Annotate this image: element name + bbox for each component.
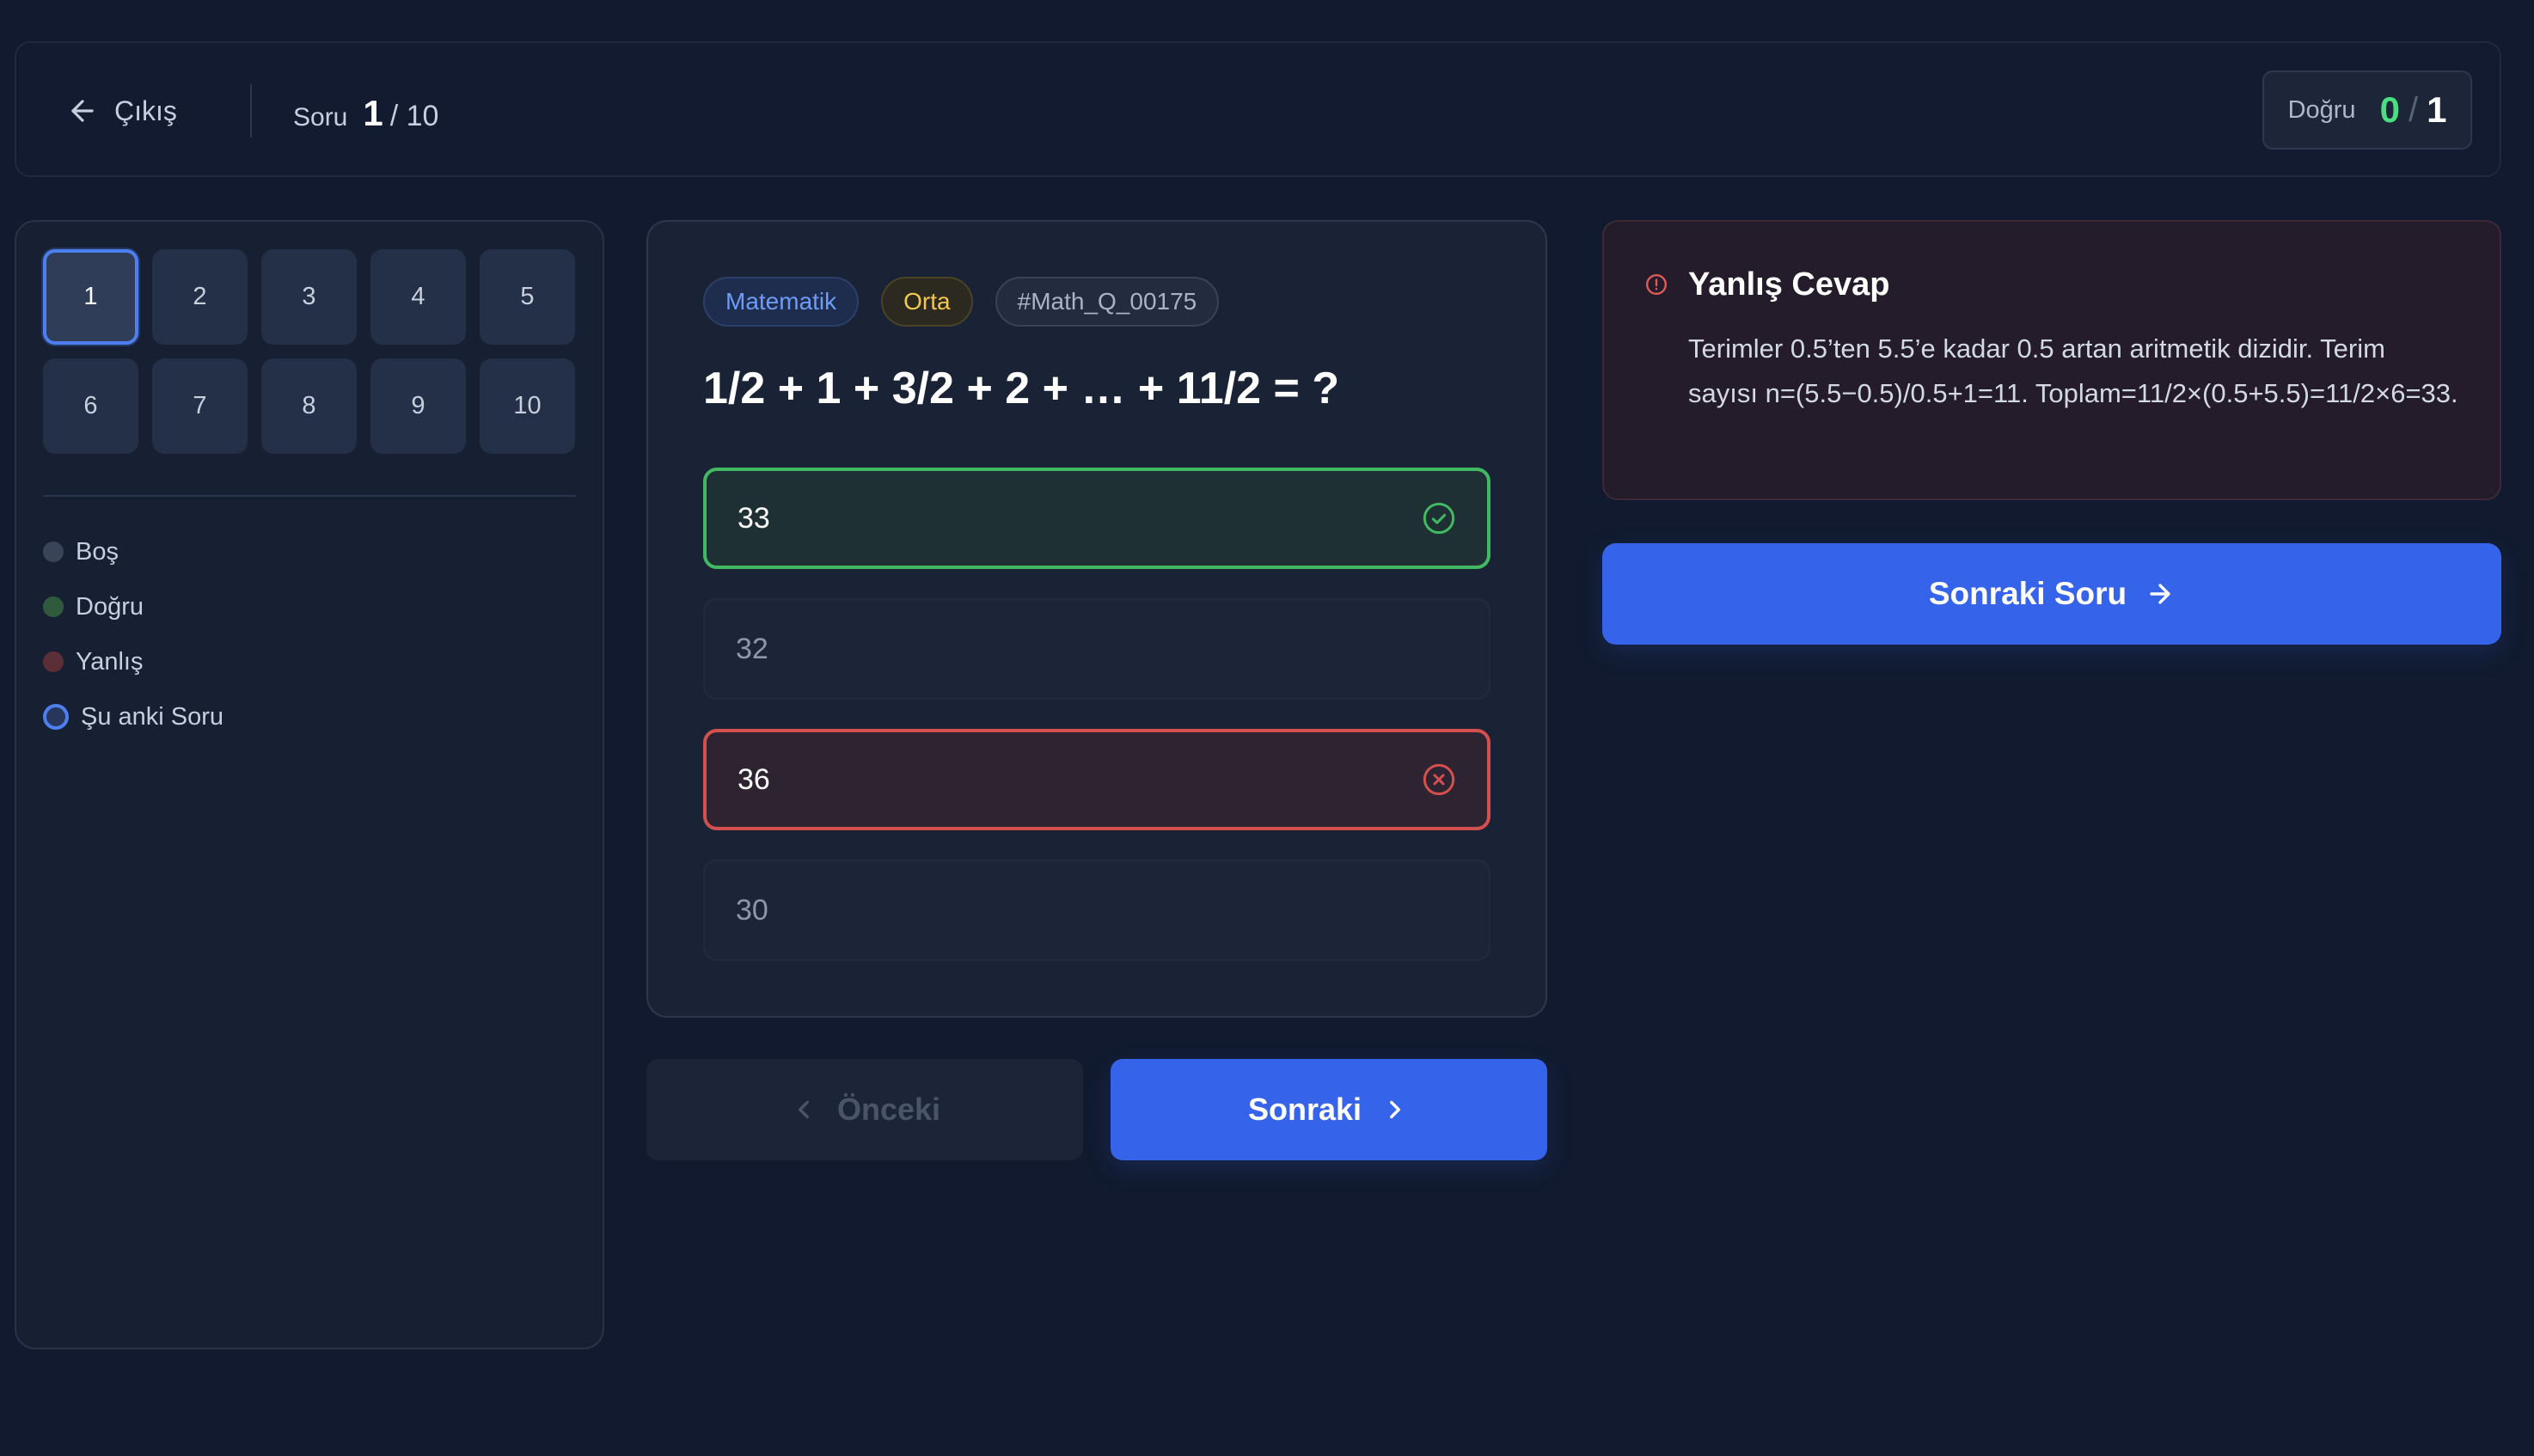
answer-feedback-panel: Yanlış Cevap Terimler 0.5’ten 5.5’e kada… (1602, 220, 2501, 500)
answer-option-label: 36 (738, 762, 770, 796)
next-question-button[interactable]: Sonraki Soru (1602, 543, 2501, 645)
difficulty-tag: Orta (881, 277, 973, 327)
question-cell-7[interactable]: 7 (152, 358, 248, 454)
alert-circle-icon (1645, 273, 1668, 296)
answer-option-2[interactable]: 32 (703, 598, 1490, 700)
feedback-explanation: Terimler 0.5’ten 5.5’e kadar 0.5 artan a… (1688, 333, 2458, 408)
top-bar: Çıkış Soru 1 / 10 Doğru 0 / 1 (15, 41, 2501, 177)
current-status-dot (43, 704, 69, 730)
legend-label-empty: Boş (76, 537, 119, 566)
question-cell-8[interactable]: 8 (261, 358, 357, 454)
next-label: Sonraki (1247, 1092, 1362, 1127)
current-question-number: 1 (363, 93, 383, 133)
exit-button[interactable]: Çıkış (66, 43, 177, 179)
next-button[interactable]: Sonraki (1111, 1059, 1547, 1160)
chevron-right-icon (1390, 1100, 1400, 1119)
previous-label: Önceki (836, 1092, 941, 1127)
score-label: Doğru (2287, 95, 2356, 124)
total-questions: / 10 (389, 100, 439, 132)
legend-label-current: Şu anki Soru (81, 702, 224, 731)
legend-item-current: Şu anki Soru (43, 689, 223, 744)
legend-item-wrong: Yanlış (43, 634, 223, 689)
question-cell-9[interactable]: 9 (370, 358, 466, 454)
status-legend: Boş Doğru Yanlış Şu anki Soru (43, 524, 223, 744)
answer-option-label: 32 (736, 632, 768, 665)
previous-button[interactable]: Önceki (646, 1059, 1083, 1160)
question-tags: Matematik Orta #Math_Q_00175 (703, 277, 1220, 327)
question-cell-3[interactable]: 3 (261, 249, 357, 345)
exit-label: Çıkış (114, 95, 177, 126)
question-cell-6[interactable]: 6 (43, 358, 138, 454)
answer-option-label: 30 (736, 893, 768, 927)
question-id-tag: #Math_Q_00175 (995, 277, 1220, 327)
arrow-left-icon (71, 100, 94, 122)
score-total: 1 (2427, 89, 2447, 130)
x-circle-icon (1423, 763, 1455, 796)
score-badge: Doğru 0 / 1 (2262, 70, 2472, 150)
question-cell-1[interactable]: 1 (43, 249, 138, 345)
feedback-title: Yanlış Cevap (1688, 266, 1890, 303)
next-question-label: Sonraki Soru (1928, 576, 2127, 611)
question-text: 1/2 + 1 + 3/2 + 2 + … + 11/2 = ? (703, 364, 1340, 413)
question-cell-4[interactable]: 4 (370, 249, 466, 345)
legend-label-correct: Doğru (76, 592, 144, 621)
question-cell-10[interactable]: 10 (480, 358, 575, 454)
legend-item-correct: Doğru (43, 579, 223, 634)
answer-option-4[interactable]: 30 (703, 860, 1490, 961)
empty-status-dot (43, 541, 64, 562)
chevron-left-icon (799, 1100, 809, 1119)
arrow-right-icon (2150, 584, 2170, 604)
progress-label: Soru (293, 103, 348, 132)
legend-label-wrong: Yanlış (76, 647, 144, 676)
wrong-status-dot (43, 652, 64, 672)
check-circle-icon (1423, 502, 1455, 535)
sidebar-divider (43, 495, 576, 497)
score-correct: 0 (2379, 89, 2400, 130)
question-cell-5[interactable]: 5 (480, 249, 575, 345)
question-progress: Soru 1 / 10 (293, 43, 438, 179)
question-card: Matematik Orta #Math_Q_00175 1/2 + 1 + 3… (646, 220, 1547, 1018)
question-navigator: 1 2 3 4 5 6 7 8 9 10 Boş Doğru Yanlış Şu… (15, 220, 604, 1349)
answer-option-3[interactable]: 36 (703, 729, 1490, 830)
header-divider (250, 84, 252, 138)
question-cell-2[interactable]: 2 (152, 249, 248, 345)
legend-item-empty: Boş (43, 524, 223, 579)
subject-tag: Matematik (703, 277, 860, 327)
question-grid: 1 2 3 4 5 6 7 8 9 10 (43, 249, 575, 454)
score-separator: / (2408, 90, 2419, 129)
correct-status-dot (43, 596, 64, 617)
answer-option-1[interactable]: 33 (703, 468, 1490, 569)
answer-option-label: 33 (738, 501, 770, 535)
